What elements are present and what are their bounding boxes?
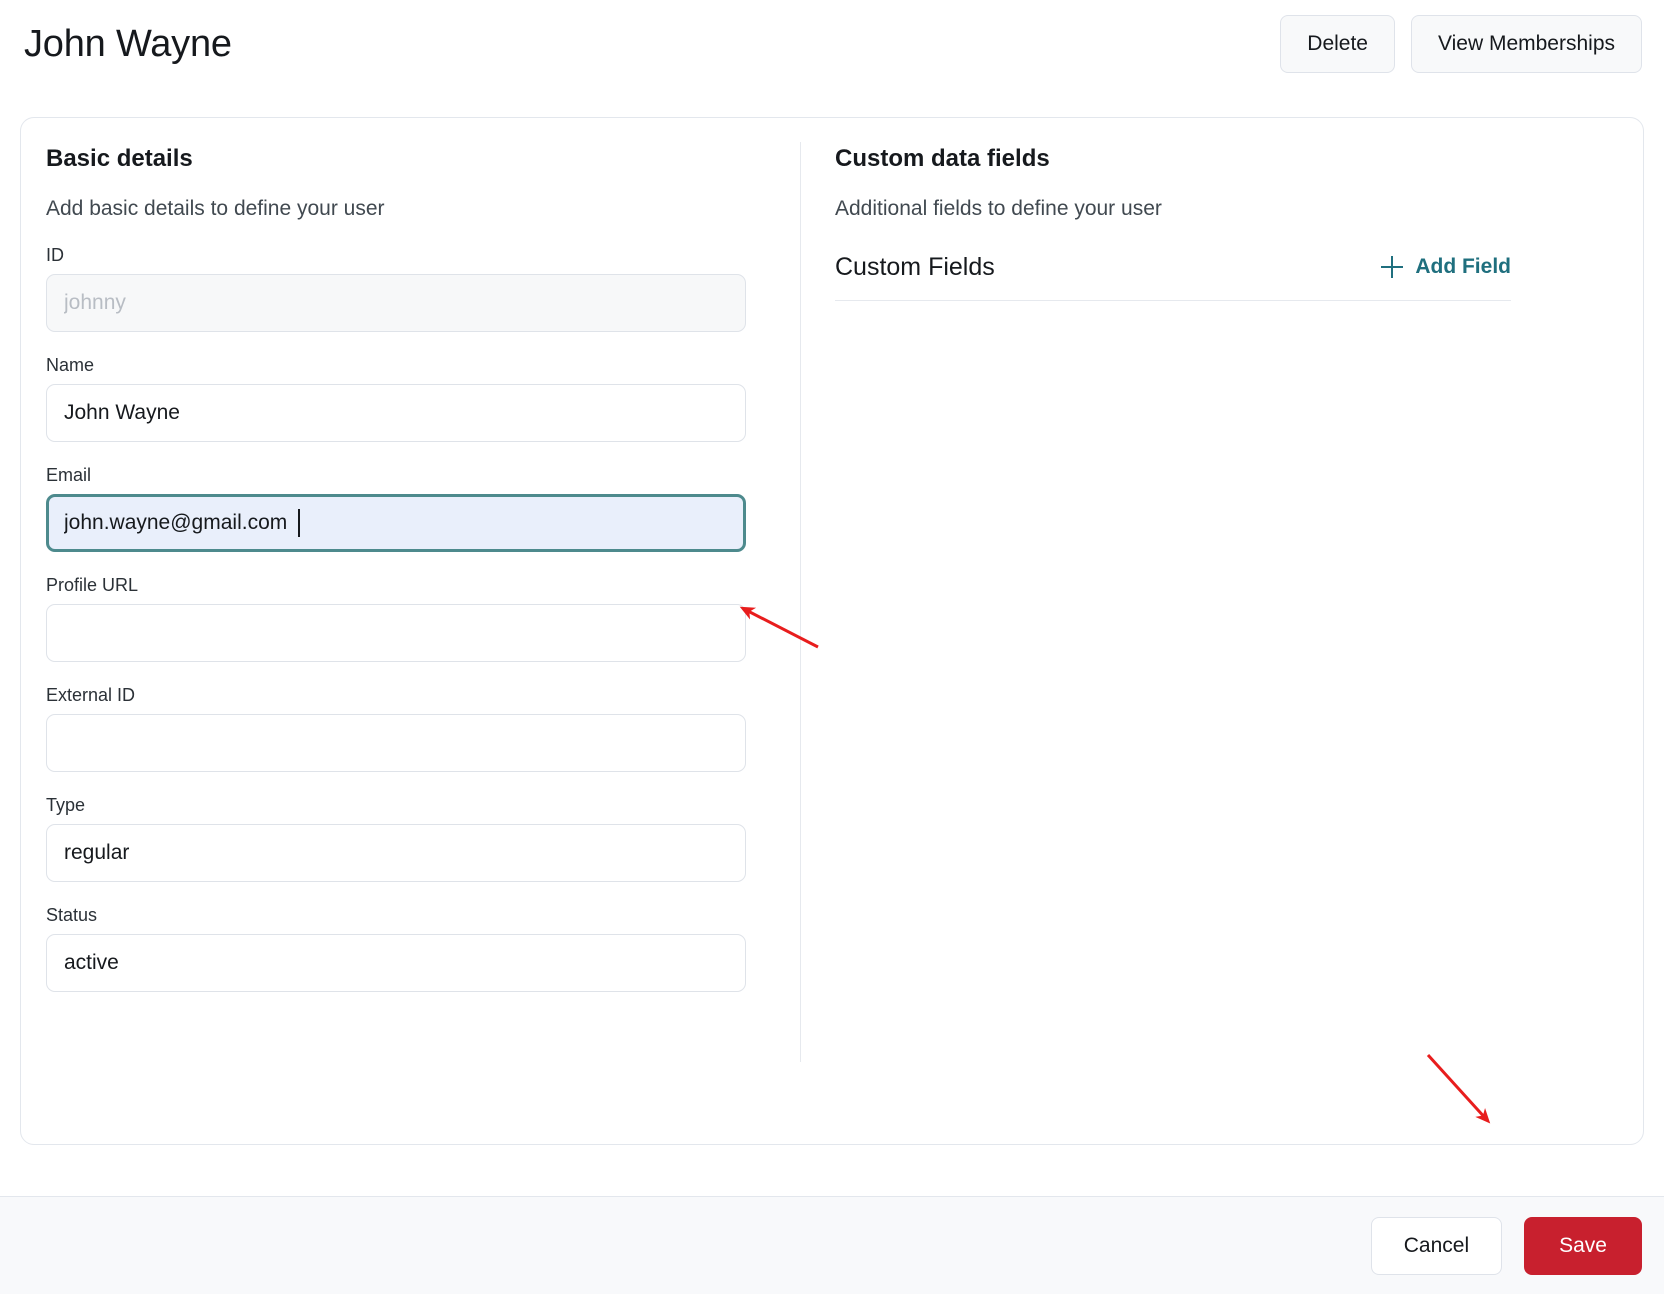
basic-details-section: Basic details Add basic details to defin… xyxy=(21,118,800,1144)
footer-actions: Cancel Save xyxy=(1370,1217,1642,1275)
field-label-email: Email xyxy=(46,465,92,485)
delete-button[interactable]: Delete xyxy=(1280,15,1395,73)
custom-fields-divider xyxy=(835,300,1511,301)
page-header: John Wayne Delete View Memberships xyxy=(0,0,1664,100)
field-status: Status xyxy=(46,904,770,992)
basic-details-title: Basic details xyxy=(46,145,193,172)
external-id-input[interactable] xyxy=(46,714,746,772)
field-external-id: External ID xyxy=(46,684,770,772)
text-caret xyxy=(298,509,300,537)
profile-url-input[interactable] xyxy=(46,604,746,662)
field-profile-url: Profile URL xyxy=(46,574,770,662)
name-input[interactable] xyxy=(46,384,746,442)
page-footer: Cancel Save xyxy=(0,1196,1664,1294)
field-type: Type xyxy=(46,794,770,882)
view-memberships-button[interactable]: View Memberships xyxy=(1410,15,1642,73)
type-input[interactable] xyxy=(46,824,746,882)
user-form-card: Basic details Add basic details to defin… xyxy=(20,117,1644,1145)
field-id: ID xyxy=(46,244,770,332)
field-label-status: Status xyxy=(46,905,98,925)
field-email: Email xyxy=(46,464,770,552)
field-label-type: Type xyxy=(46,795,86,815)
email-input-wrapper xyxy=(46,494,746,552)
field-label-external-id: External ID xyxy=(46,685,136,705)
user-detail-page: John Wayne Delete View Memberships Basic… xyxy=(0,0,1664,1294)
cancel-button[interactable]: Cancel xyxy=(1370,1217,1503,1275)
field-label-name: Name xyxy=(46,355,95,375)
custom-data-fields-section: Custom data fields Additional fields to … xyxy=(801,118,1645,1144)
add-field-label: Add Field xyxy=(1415,255,1511,278)
id-input[interactable] xyxy=(46,274,746,332)
plus-icon xyxy=(1381,256,1404,278)
custom-data-fields-subtitle: Additional fields to define your user xyxy=(835,197,1162,220)
header-actions: Delete View Memberships xyxy=(1280,15,1642,73)
page-title: John Wayne xyxy=(24,23,232,65)
custom-fields-list-title: Custom Fields xyxy=(835,253,995,281)
email-input[interactable] xyxy=(46,494,746,552)
status-input[interactable] xyxy=(46,934,746,992)
field-label-profile-url: Profile URL xyxy=(46,575,139,595)
custom-data-fields-title: Custom data fields xyxy=(835,145,1050,172)
save-button[interactable]: Save xyxy=(1524,1217,1642,1275)
custom-fields-header: Custom Fields Add Field xyxy=(835,252,1511,282)
field-label-id: ID xyxy=(46,245,64,265)
add-field-button[interactable]: Add Field xyxy=(1381,255,1511,279)
basic-details-subtitle: Add basic details to define your user xyxy=(46,197,385,220)
field-name: Name xyxy=(46,354,770,442)
